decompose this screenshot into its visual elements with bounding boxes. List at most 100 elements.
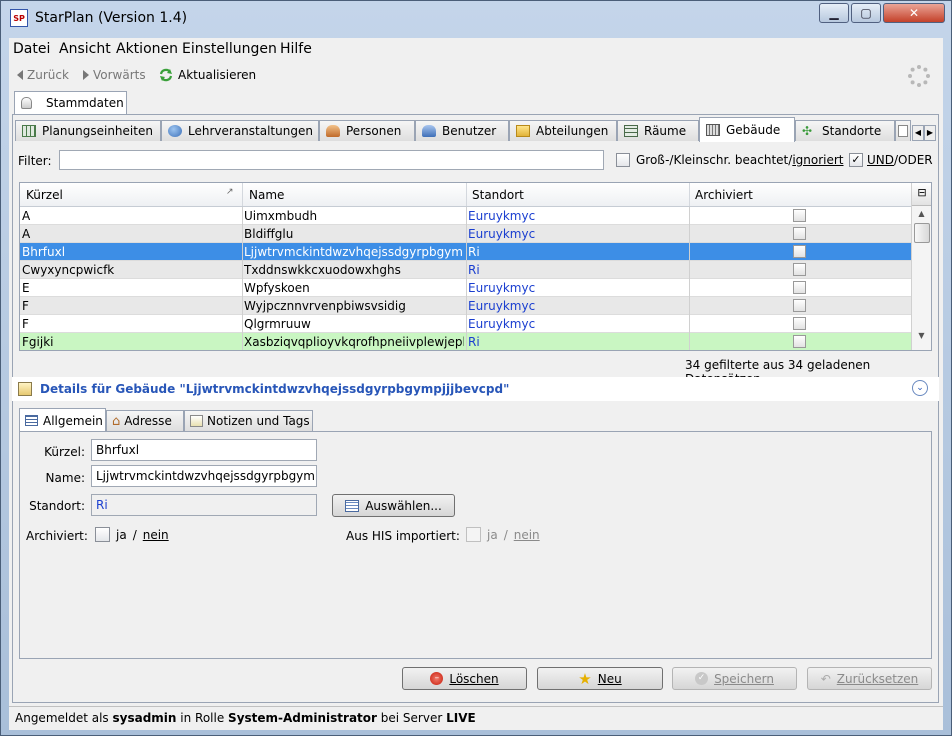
archived-toggle[interactable]: ja / nein xyxy=(95,527,169,542)
oder-label: /ODER xyxy=(894,153,933,167)
archived-cell-checkbox[interactable] xyxy=(793,263,806,276)
scroll-down-icon[interactable]: ▼ xyxy=(915,331,928,343)
tab-label: Räume xyxy=(644,124,687,138)
minimize-button[interactable]: ▁ xyxy=(819,3,849,23)
menu-aktionen[interactable]: Aktionen xyxy=(116,41,178,57)
refresh-icon xyxy=(159,68,173,82)
tab-benutzer[interactable]: Benutzer xyxy=(415,120,509,141)
close-button[interactable]: ✕ xyxy=(883,3,945,23)
tab-overflow[interactable] xyxy=(895,120,911,141)
save-button[interactable]: ✓ Speichern xyxy=(672,667,797,690)
column-divider[interactable] xyxy=(242,183,243,206)
table-scrollbar[interactable]: ⊟ ▲ ▼ xyxy=(911,183,931,350)
details-icon xyxy=(18,382,32,396)
forward-button[interactable]: Vorwärts xyxy=(83,68,146,82)
title-bar[interactable]: SP StarPlan (Version 1.4) ▁ ▢ ✕ xyxy=(1,1,951,37)
forward-label: Vorwärts xyxy=(93,68,146,82)
back-button[interactable]: Zurück xyxy=(17,68,69,82)
scrollbar-thumb[interactable] xyxy=(914,223,930,243)
tabs-scroll-left-button[interactable]: ◀ xyxy=(912,125,924,141)
und-oder-toggle[interactable]: ✓ UND/ODER xyxy=(849,153,933,167)
cell-divider xyxy=(466,243,467,261)
menu-ansicht[interactable]: Ansicht xyxy=(59,41,111,57)
table-row[interactable]: A Uimxmbudh Euruykmyc xyxy=(20,207,911,225)
case-sensitive-checkbox[interactable] xyxy=(616,153,630,167)
column-header-standort[interactable]: Standort xyxy=(472,188,524,202)
reset-button[interactable]: ↶ Zurücksetzen xyxy=(807,667,932,690)
archived-cell-checkbox[interactable] xyxy=(793,299,806,312)
case-sensitivity-toggle[interactable]: Groß-/Kleinschr. beachtet/ignoriert xyxy=(616,153,844,167)
archived-cell-checkbox[interactable] xyxy=(793,281,806,294)
arrow-right-icon: ▶ xyxy=(926,128,934,137)
archived-ja: ja xyxy=(116,527,127,542)
tab-notizen[interactable]: Notizen und Tags xyxy=(184,410,313,431)
column-divider[interactable] xyxy=(689,183,690,206)
tab-allgemein[interactable]: Allgemein xyxy=(19,408,106,432)
table-row[interactable]: F Qlgrmruuw Euruykmyc xyxy=(20,315,911,333)
tab-raeume[interactable]: Räume xyxy=(617,120,699,141)
table-row[interactable]: A Bldiffglu Euruykmyc xyxy=(20,225,911,243)
und-oder-label: UND/ODER xyxy=(867,153,933,167)
delete-button[interactable]: – Löschen xyxy=(402,667,527,690)
filter-input[interactable] xyxy=(59,150,604,170)
und-checkbox[interactable]: ✓ xyxy=(849,153,863,167)
archived-cell-checkbox[interactable] xyxy=(793,227,806,240)
tabs-scroll-right-button[interactable]: ▶ xyxy=(924,125,936,141)
cell-divider xyxy=(466,207,467,225)
column-divider[interactable] xyxy=(466,183,467,206)
table-row[interactable]: F Wyjpcznnvrvenpbiwsvsidig Euruykmyc xyxy=(20,297,911,315)
lecture-icon xyxy=(168,125,182,137)
new-button[interactable]: ★ Neu xyxy=(537,667,663,690)
table-row[interactable]: E Wpfyskoen Euruykmyc xyxy=(20,279,911,297)
tab-label: Gebäude xyxy=(726,123,781,137)
refresh-button[interactable]: Aktualisieren xyxy=(158,68,256,82)
close-icon: ✕ xyxy=(908,6,920,20)
case-ignoriert-link[interactable]: ignoriert xyxy=(792,153,843,167)
table-row[interactable]: Cwyxyncpwicfk Txddnswkkcxuodowxhghs Ri xyxy=(20,261,911,279)
app-window: SP StarPlan (Version 1.4) ▁ ▢ ✕ Datei An… xyxy=(0,0,952,736)
archived-cell-checkbox[interactable] xyxy=(793,209,806,222)
table-row[interactable]: Bhrfuxl Ljjwtrvmckintdwzvhqejssdgyrpbgym.… xyxy=(20,243,911,261)
tab-lehrveranstaltungen[interactable]: Lehrveranstaltungen xyxy=(161,120,319,141)
menu-datei[interactable]: Datei xyxy=(13,41,50,57)
column-chooser-button[interactable]: ⊟ xyxy=(912,183,931,206)
archived-checkbox[interactable] xyxy=(95,527,110,542)
cell-divider xyxy=(466,225,467,243)
note-icon xyxy=(190,415,203,427)
filter-label: Filter: xyxy=(18,154,52,168)
archived-cell-checkbox[interactable] xyxy=(793,317,806,330)
tab-gebaeude[interactable]: Gebäude xyxy=(699,117,795,142)
archived-cell-checkbox[interactable] xyxy=(793,335,806,348)
select-location-button[interactable]: Auswählen... xyxy=(332,494,455,517)
maximize-button[interactable]: ▢ xyxy=(851,3,881,23)
column-header-kuerzel[interactable]: Kürzel xyxy=(26,188,63,202)
table-row[interactable]: Fgijki Xasbziqvqplioyvkqrofhpneiivplewjep… xyxy=(20,333,911,350)
kuerzel-input[interactable]: Bhrfuxl xyxy=(91,439,317,461)
column-header-archiviert[interactable]: Archiviert xyxy=(695,188,753,202)
tab-personen[interactable]: Personen xyxy=(319,120,415,141)
cell-standort: Euruykmyc xyxy=(468,209,536,223)
standort-label: Standort: xyxy=(29,499,85,513)
scroll-up-icon[interactable]: ▲ xyxy=(915,209,928,221)
archived-nein-link[interactable]: nein xyxy=(143,528,169,542)
tab-abteilungen[interactable]: Abteilungen xyxy=(509,120,617,141)
cell-divider xyxy=(466,261,467,279)
tab-planungseinheiten[interactable]: Planungseinheiten xyxy=(15,120,161,141)
menu-hilfe[interactable]: Hilfe xyxy=(280,41,312,57)
tab-label: Benutzer xyxy=(442,124,497,138)
collapse-details-button[interactable]: ⌄ xyxy=(912,380,928,396)
menu-einstellungen[interactable]: Einstellungen xyxy=(182,41,277,57)
app-logo-icon: SP xyxy=(10,9,28,27)
archived-cell-checkbox[interactable] xyxy=(793,245,806,258)
name-input[interactable]: Ljjwtrvmckintdwzvhqejssdgyrpbgympjj xyxy=(91,465,317,487)
person-icon xyxy=(326,125,340,137)
tab-stammdaten[interactable]: Stammdaten xyxy=(14,91,127,115)
column-header-name[interactable]: Name xyxy=(249,188,284,202)
undo-icon: ↶ xyxy=(820,671,831,686)
tab-standorte[interactable]: ✣ Standorte xyxy=(795,120,895,141)
reset-label: Zurücksetzen xyxy=(836,671,919,686)
delete-label: Löschen xyxy=(449,671,499,686)
details-title: Details für Gebäude "Ljjwtrvmckintdwzvhq… xyxy=(40,382,510,396)
cell-kuerzel: Bhrfuxl xyxy=(22,245,66,259)
tab-adresse[interactable]: ⌂ Adresse xyxy=(106,410,184,431)
